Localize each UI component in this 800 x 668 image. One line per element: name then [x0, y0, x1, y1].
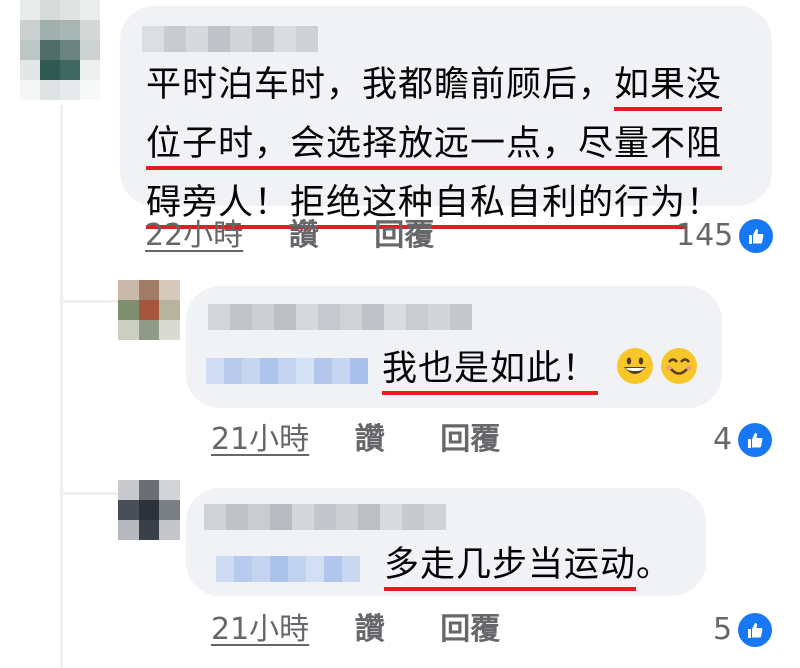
reply-button[interactable]: 回覆 [374, 218, 434, 253]
timestamp-link[interactable]: 21小時 [211, 612, 309, 647]
smiling-face-icon [661, 348, 698, 384]
comment-actions: 22小時 讚 回覆 [145, 216, 480, 256]
highlight-underline: 如果没 [614, 65, 723, 105]
thumbs-up-icon [739, 219, 774, 253]
timestamp-link[interactable]: 22小時 [145, 218, 243, 253]
comment-actions: 21小時 讚 回覆 [211, 610, 546, 650]
thread-branch [60, 492, 124, 495]
thumbs-up-icon [738, 613, 773, 647]
like-button[interactable]: 讚 [289, 218, 319, 253]
reaction-count[interactable]: 145 [676, 216, 774, 256]
avatar[interactable] [20, 0, 100, 100]
thread-line [60, 105, 63, 668]
highlight-underline: 位子时，会选择放远一点，尽量不阻 [146, 124, 723, 164]
reply-bubble: 多走几步当运动。 [186, 488, 706, 596]
highlight-underline: 多走几步当运动 [384, 545, 637, 585]
thread-branch [60, 300, 124, 303]
avatar[interactable] [118, 280, 180, 340]
thumbs-up-icon [738, 423, 773, 457]
highlight-underline: 我也是如此！ [382, 349, 599, 389]
reply-text: 我也是如此！ [382, 342, 698, 396]
mention-redacted[interactable] [206, 358, 368, 384]
like-button[interactable]: 讚 [355, 422, 385, 457]
comment-text: 平时泊车时，我都瞻前顾后，如果没 位子时，会选择放远一点，尽量不阻 碍旁人！拒绝… [146, 65, 723, 223]
reply-text: 多走几步当运动。 [384, 545, 673, 585]
reaction-count[interactable]: 5 [713, 610, 773, 650]
grinning-face-icon [617, 348, 654, 384]
reply-button[interactable]: 回覆 [440, 422, 500, 457]
timestamp-link[interactable]: 21小時 [211, 422, 309, 457]
reply-button[interactable]: 回覆 [440, 612, 500, 647]
like-button[interactable]: 讚 [355, 612, 385, 647]
avatar[interactable] [118, 480, 180, 540]
reply-bubble: 我也是如此！ [186, 286, 722, 408]
mention-redacted[interactable] [216, 556, 360, 582]
author-name-redacted[interactable] [204, 504, 446, 530]
comment-bubble: 平时泊车时，我都瞻前顾后，如果没 位子时，会选择放远一点，尽量不阻 碍旁人！拒绝… [120, 6, 772, 223]
like-count: 145 [676, 218, 734, 253]
like-count: 4 [713, 422, 733, 457]
reaction-count[interactable]: 4 [713, 420, 773, 460]
author-name-redacted[interactable] [208, 304, 472, 330]
like-count: 5 [713, 612, 733, 647]
comment-actions: 21小時 讚 回覆 [211, 420, 546, 460]
author-name-redacted[interactable] [142, 26, 318, 52]
